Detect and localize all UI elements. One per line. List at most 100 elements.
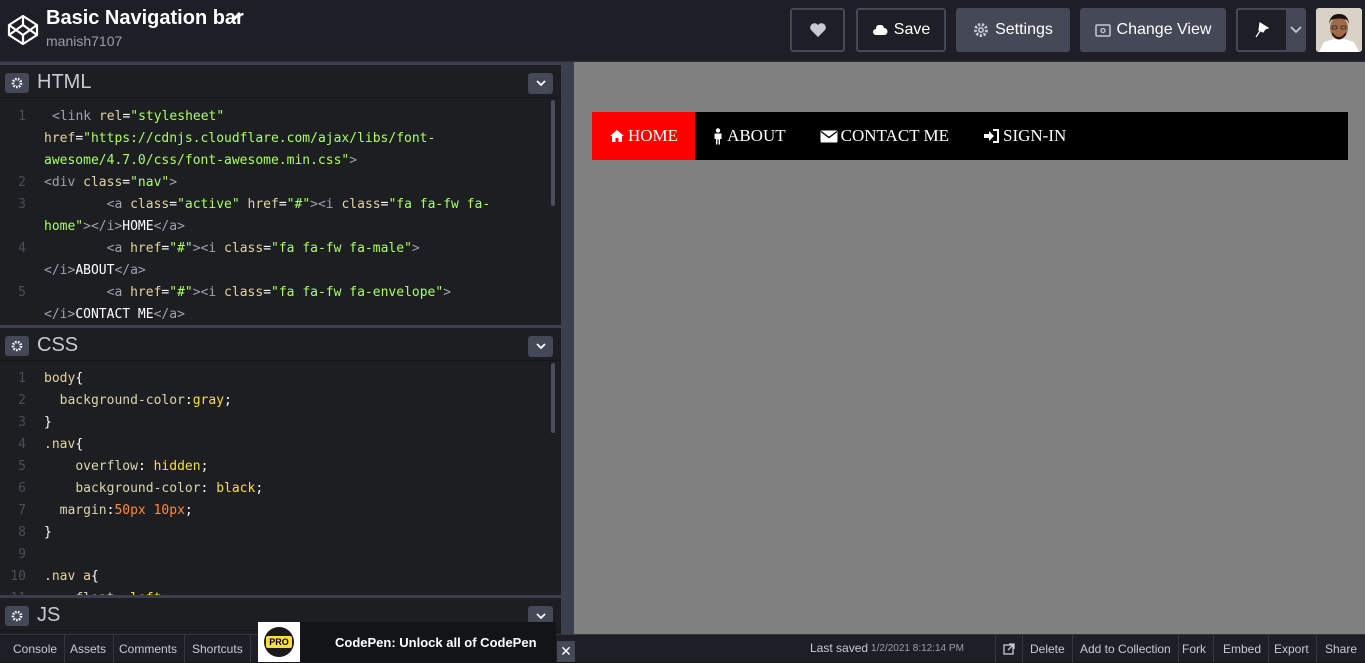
open-external-button[interactable] [995, 635, 1023, 663]
pin-dropdown-button[interactable] [1286, 8, 1306, 52]
code-line: <a class="active" href="#"><i class="fa … [106, 197, 491, 212]
love-button[interactable] [790, 8, 845, 52]
shortcuts-button[interactable]: Shortcuts [185, 635, 251, 663]
line-number: 2 [18, 175, 26, 190]
html-collapse-button[interactable] [528, 73, 553, 94]
add-to-collection-button[interactable]: Add to Collection [1073, 635, 1179, 663]
bottom-bar: Console Assets Comments Shortcuts Delete… [0, 634, 1365, 663]
code-line: background-color:gray; [59, 393, 232, 408]
top-header: Basic Navigation bar manish7107 Save Set… [0, 0, 1365, 62]
last-saved-label: Last saved [810, 641, 869, 655]
promo-close-button[interactable]: ✕ [557, 641, 575, 662]
nav-link-about[interactable]: ABOUT [695, 112, 803, 160]
css-pane-header: CSS [0, 325, 561, 361]
pencil-icon[interactable] [229, 10, 243, 24]
js-settings-button[interactable] [5, 606, 29, 626]
pane-resizer[interactable] [561, 62, 574, 634]
code-line: href="https://cdnjs.cloudflare.com/ajax/… [44, 131, 436, 146]
save-button[interactable]: Save [856, 8, 946, 52]
preview-nav-bar: HOME ABOUT CONTACT ME SIGN-IN [592, 112, 1348, 160]
line-number: 1 [18, 109, 26, 124]
gear-icon [11, 77, 23, 89]
fork-button[interactable]: Fork [1175, 635, 1214, 663]
author-name[interactable]: manish7107 [46, 33, 122, 49]
chevron-down-icon [535, 80, 546, 87]
css-pane-title: CSS [37, 334, 79, 356]
line-number: 3 [18, 197, 26, 212]
line-number: 4 [18, 241, 26, 256]
codepen-logo-icon[interactable] [7, 14, 39, 46]
gear-icon [11, 340, 23, 352]
code-line: } [44, 525, 52, 540]
share-button[interactable]: Share [1318, 635, 1364, 663]
last-saved-status: Last saved 1/2/2021 8:12:14 PM [810, 634, 964, 662]
code-line: </i>ABOUT</a> [44, 263, 146, 278]
code-line: .nav a{ [44, 569, 99, 584]
line-number: 2 [18, 393, 26, 408]
code-line: overflow: hidden; [75, 459, 209, 474]
css-collapse-button[interactable] [528, 336, 553, 357]
nav-link-contact[interactable]: CONTACT ME [803, 112, 966, 160]
nav-label-contact: CONTACT ME [840, 126, 949, 145]
html-scrollbar[interactable] [551, 100, 555, 206]
layout-icon [1094, 23, 1111, 37]
cloud-icon [872, 24, 888, 35]
sign-in-icon [983, 129, 999, 143]
gear-icon [11, 610, 23, 622]
html-code-area[interactable]: 1 <link rel="stylesheet" href="https://c… [0, 98, 561, 325]
save-label: Save [893, 21, 931, 38]
pro-promo-banner[interactable]: PRO CodePen: Unlock all of CodePen [258, 622, 556, 662]
code-line: awesome/4.7.0/css/font-awesome.min.css"> [44, 153, 358, 168]
promo-text: CodePen: Unlock all of CodePen [335, 634, 537, 650]
line-number: 7 [18, 503, 26, 518]
html-pane-header: HTML [0, 62, 561, 98]
line-number: 1 [18, 371, 26, 386]
pro-badge: PRO [258, 622, 300, 662]
comments-button[interactable]: Comments [112, 635, 186, 663]
chevron-down-icon [1290, 26, 1302, 34]
line-number: 4 [18, 437, 26, 452]
preview-panel: HOME ABOUT CONTACT ME SIGN-IN [574, 62, 1365, 634]
code-line: </i>CONTACT ME</a> [44, 307, 185, 322]
css-scrollbar[interactable] [551, 363, 555, 433]
code-line: } [44, 415, 52, 430]
pen-title[interactable]: Basic Navigation bar [46, 7, 244, 30]
line-number: 8 [18, 525, 26, 540]
editors-panel: HTML 1 <link rel="stylesheet" href="http… [0, 62, 562, 634]
assets-button[interactable]: Assets [63, 635, 115, 663]
external-link-icon [1003, 643, 1015, 655]
css-code-area[interactable]: 1 body{ 2 background-color:gray; 3 } 4 .… [0, 361, 561, 595]
change-view-button[interactable]: Change View [1080, 8, 1226, 52]
male-icon [714, 127, 722, 144]
change-view-label: Change View [1116, 21, 1212, 38]
console-button[interactable]: Console [6, 635, 66, 663]
chevron-down-icon [535, 613, 546, 620]
css-settings-button[interactable] [5, 336, 29, 356]
delete-button[interactable]: Delete [1023, 635, 1073, 663]
chevron-down-icon [535, 343, 546, 350]
pin-button[interactable] [1236, 8, 1286, 52]
home-icon [610, 130, 624, 142]
nav-link-signin[interactable]: SIGN-IN [966, 112, 1083, 160]
code-line: <div class="nav"> [44, 175, 178, 190]
code-line: <a href="#"><i class="fa fa-fw fa-envelo… [106, 285, 452, 300]
export-button[interactable]: Export [1267, 635, 1317, 663]
html-settings-button[interactable] [5, 73, 29, 93]
code-line: background-color: black; [75, 481, 264, 496]
html-pane-title: HTML [37, 71, 92, 93]
code-line: margin:50px 10px; [59, 503, 193, 518]
nav-label-home: HOME [628, 126, 679, 145]
settings-button[interactable]: Settings [956, 8, 1070, 52]
gear-icon [974, 23, 989, 37]
embed-button[interactable]: Embed [1216, 635, 1270, 663]
line-number: 5 [18, 459, 26, 474]
pro-badge-circle: PRO [264, 627, 294, 657]
code-line: <a href="#"><i class="fa fa-fw fa-male"> [106, 241, 420, 256]
nav-link-home[interactable]: HOME [592, 112, 696, 160]
line-number: 6 [18, 481, 26, 496]
user-avatar[interactable] [1316, 8, 1362, 52]
js-pane-title: JS [37, 604, 61, 626]
line-number: 3 [18, 415, 26, 430]
heart-icon [809, 23, 826, 37]
nav-label-about: ABOUT [727, 126, 786, 145]
